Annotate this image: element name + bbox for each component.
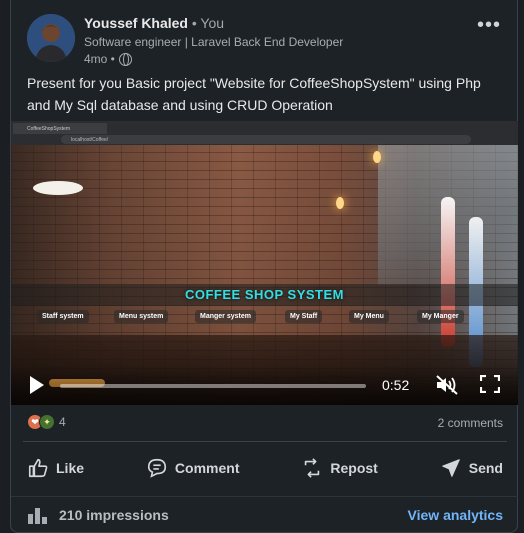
- you-label: • You: [191, 15, 225, 31]
- fullscreen-icon[interactable]: [480, 375, 500, 393]
- avatar[interactable]: [27, 14, 75, 62]
- site-title: COFFEE SHOP SYSTEM: [11, 284, 518, 306]
- site-nav: Staff system Menu system Manger system M…: [11, 310, 518, 324]
- browser-tab: CoffeeShopSystem: [13, 123, 107, 134]
- video-controls: 0:52: [11, 365, 518, 405]
- view-analytics-link[interactable]: View analytics: [408, 507, 503, 523]
- reactions-summary[interactable]: ❤ ✦ 4: [27, 414, 66, 430]
- play-icon[interactable]: [30, 376, 44, 394]
- comment-label: Comment: [174, 460, 240, 476]
- browser-chrome: CoffeeShopSystem localhost/Coffee/: [11, 121, 518, 145]
- bar-chart-icon: [28, 508, 47, 524]
- site-nav-item: My Manger: [417, 310, 464, 323]
- send-button[interactable]: Send: [428, 446, 515, 490]
- post-card: Youssef Khaled • You Software engineer |…: [10, 0, 518, 533]
- author-headline: Software engineer | Laravel Back End Dev…: [84, 35, 344, 49]
- repost-icon: [305, 458, 320, 478]
- comment-button[interactable]: Comment: [134, 446, 252, 490]
- ski-shape: [441, 197, 455, 347]
- thumbs-up-icon: [28, 458, 48, 478]
- repost-label: Repost: [330, 460, 378, 476]
- address-bar: localhost/Coffee/: [61, 135, 471, 144]
- impressions-count: 210 impressions: [59, 507, 169, 523]
- insightful-icon: ✦: [39, 414, 55, 430]
- bulb-shape: [373, 151, 381, 163]
- send-icon: [441, 459, 460, 477]
- send-label: Send: [468, 460, 503, 476]
- post-text: Present for you Basic project "Website f…: [27, 75, 481, 113]
- action-bar: Like Comment Repost Send: [15, 446, 515, 490]
- divider: [11, 496, 518, 497]
- site-nav-item: Menu system: [114, 310, 169, 323]
- social-counts: ❤ ✦ 4 2 comments: [27, 413, 503, 433]
- site-nav-item: Manger system: [195, 310, 256, 323]
- video-duration: 0:52: [382, 377, 410, 393]
- video-progress-bar[interactable]: [60, 384, 366, 388]
- comment-icon: [147, 458, 166, 478]
- lamp-shape: [33, 181, 83, 195]
- like-button[interactable]: Like: [15, 446, 96, 490]
- more-options-button[interactable]: •••: [477, 14, 501, 37]
- bulb-shape: [336, 197, 344, 209]
- reaction-count: 4: [59, 415, 66, 429]
- video-player[interactable]: CoffeeShopSystem localhost/Coffee/ COFFE…: [11, 121, 518, 405]
- author-name-row: Youssef Khaled • You: [84, 15, 224, 31]
- site-nav-item: My Staff: [285, 310, 323, 323]
- author-name[interactable]: Youssef Khaled: [84, 15, 188, 31]
- post-stats: 210 impressions View analytics: [27, 504, 503, 526]
- speaker-muted-icon[interactable]: [435, 375, 459, 395]
- repost-button[interactable]: Repost: [289, 446, 389, 490]
- comments-count[interactable]: 2 comments: [438, 416, 503, 430]
- post-time-row: 4mo •: [84, 52, 132, 66]
- globe-icon: [118, 52, 132, 66]
- post-time: 4mo •: [84, 52, 115, 66]
- post-header: Youssef Khaled • You Software engineer |…: [27, 14, 503, 66]
- site-nav-item: Staff system: [37, 310, 89, 323]
- like-label: Like: [56, 460, 85, 476]
- divider: [23, 441, 507, 442]
- site-nav-item: My Menu: [349, 310, 389, 323]
